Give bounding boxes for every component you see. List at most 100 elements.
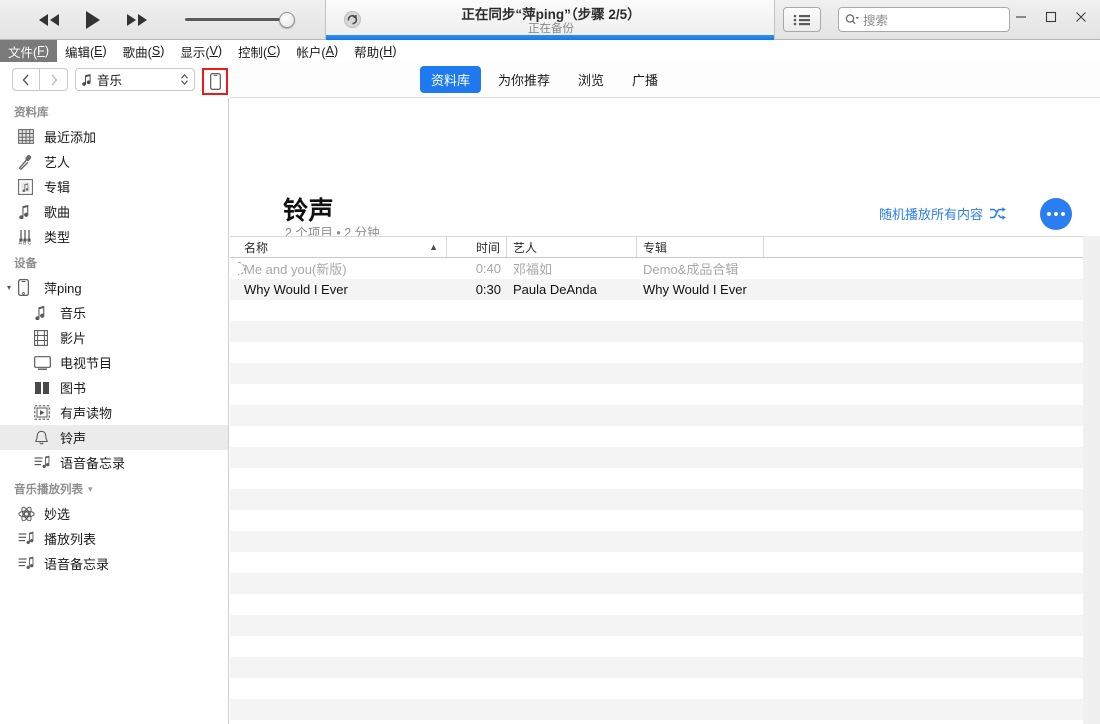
sidebar-section-header-2[interactable]: 音乐播放列表 ▾ bbox=[0, 475, 228, 501]
cell-text: Why Would I Ever bbox=[643, 282, 747, 297]
table-empty-row bbox=[230, 531, 1083, 552]
cell-album: Why Would I Ever bbox=[637, 282, 764, 297]
sidebar-item-0-2[interactable]: 专辑 bbox=[0, 174, 228, 199]
tab-2[interactable]: 浏览 bbox=[567, 66, 615, 93]
sidebar-item-1-5[interactable]: 有声读物 bbox=[0, 400, 228, 425]
search-input[interactable]: 搜索 bbox=[838, 7, 1010, 32]
tab-3[interactable]: 广播 bbox=[621, 66, 669, 93]
sidebar-item-label: 专辑 bbox=[44, 180, 71, 195]
search-icon bbox=[845, 14, 859, 25]
chevron-updown-icon bbox=[181, 73, 188, 86]
cell-text: 0:40 bbox=[475, 261, 501, 276]
more-options-button[interactable] bbox=[1040, 198, 1072, 230]
sidebar-item-label: 语音备忘录 bbox=[44, 557, 110, 572]
column-header-label: 时间 bbox=[475, 240, 500, 255]
sidebar: 资料库 最近添加 艺人 专辑 歌曲 A B C 类型 设备 ▾ 萍ping 音乐 影片 电视节目 图书 有声读物… bbox=[0, 98, 229, 724]
volume-slider[interactable] bbox=[185, 12, 300, 28]
sidebar-item-label: 影片 bbox=[60, 331, 87, 346]
sidebar-item-1-3[interactable]: 电视节目 bbox=[0, 350, 228, 375]
sidebar-item-label: 歌曲 bbox=[44, 205, 71, 220]
play-button[interactable] bbox=[80, 7, 106, 33]
sidebar-item-1-1[interactable]: 音乐 bbox=[0, 300, 228, 325]
audiobook-icon bbox=[34, 405, 56, 420]
sidebar-item-1-2[interactable]: 影片 bbox=[0, 325, 228, 350]
volume-knob[interactable] bbox=[279, 12, 295, 28]
sync-subtitle: 正在备份 bbox=[528, 23, 574, 35]
sidebar-section-title: 资料库 bbox=[14, 107, 49, 119]
cell-text: Paula DeAnda bbox=[513, 282, 597, 297]
sidebar-item-2-2[interactable]: 语音备忘录 bbox=[0, 551, 228, 576]
chevron-down-icon[interactable]: ▾ bbox=[88, 484, 93, 495]
table-empty-row bbox=[230, 363, 1083, 384]
list-view-button[interactable] bbox=[783, 7, 821, 32]
sidebar-item-1-6[interactable]: 铃声 bbox=[0, 425, 228, 450]
sidebar-item-label: 最近添加 bbox=[44, 130, 97, 145]
music-note-icon bbox=[18, 204, 40, 219]
sidebar-item-label: 铃声 bbox=[60, 431, 87, 446]
media-kind-select[interactable]: 音乐 bbox=[75, 68, 195, 91]
sidebar-item-0-4[interactable]: A B C 类型 bbox=[0, 224, 228, 249]
menu-item-6[interactable]: 帮助(H) bbox=[346, 40, 404, 62]
sidebar-item-2-0[interactable]: 妙选 bbox=[0, 501, 228, 526]
shuffle-all-button[interactable]: 随机播放所有内容 bbox=[879, 204, 1006, 223]
table-scrollbar[interactable] bbox=[1083, 236, 1100, 724]
column-header-artist[interactable]: 艺人 bbox=[507, 237, 637, 257]
device-button[interactable] bbox=[202, 68, 228, 95]
dot-2 bbox=[1054, 212, 1058, 216]
table-row[interactable]: Me and you(新版) 0:40 邓福如 Demo&成品合辑 bbox=[230, 258, 1083, 279]
main-content: 资料库为你推荐浏览广播 铃声 2 个项目 • 2 分钟 随机播放所有内容 bbox=[230, 62, 1100, 724]
sidebar-item-1-7[interactable]: 语音备忘录 bbox=[0, 450, 228, 475]
sidebar-item-label: 类型 bbox=[44, 230, 71, 245]
maximize-button[interactable] bbox=[1036, 2, 1066, 32]
menu-item-4[interactable]: 控制(C) bbox=[230, 40, 288, 62]
minimize-button[interactable] bbox=[1006, 2, 1036, 32]
genres-icon: ABC bbox=[18, 229, 40, 245]
column-header-name[interactable]: 名称 ▲ bbox=[238, 237, 447, 257]
tab-1[interactable]: 为你推荐 bbox=[487, 66, 561, 93]
forward-button[interactable] bbox=[40, 68, 68, 91]
sidebar-section-header-0: 资料库 bbox=[0, 98, 228, 124]
tab-0[interactable]: 资料库 bbox=[420, 66, 482, 93]
book-icon bbox=[34, 381, 56, 395]
sidebar-item-0-0[interactable]: 最近添加 bbox=[0, 124, 228, 149]
menu-item-0[interactable]: 文件(F) bbox=[0, 40, 57, 62]
tv-icon bbox=[34, 355, 56, 370]
menu-item-2[interactable]: 歌曲(S) bbox=[115, 40, 173, 62]
close-button[interactable] bbox=[1066, 2, 1096, 32]
column-header-time[interactable]: 时间 bbox=[447, 237, 507, 257]
back-button[interactable] bbox=[12, 68, 40, 91]
sidebar-item-1-4[interactable]: 图书 bbox=[0, 375, 228, 400]
sidebar-item-0-1[interactable]: 艺人 bbox=[0, 149, 228, 174]
dot-1 bbox=[1047, 212, 1051, 216]
rewind-button[interactable] bbox=[36, 7, 62, 33]
table-empty-row bbox=[230, 657, 1083, 678]
svg-text:C: C bbox=[28, 240, 32, 244]
sidebar-item-2-1[interactable]: 播放列表 bbox=[0, 526, 228, 551]
volume-track bbox=[185, 18, 292, 21]
table-empty-row bbox=[230, 699, 1083, 720]
cell-text: 0:30 bbox=[475, 282, 501, 297]
sidebar-item-1-0[interactable]: ▾ 萍ping bbox=[0, 275, 228, 300]
sidebar-item-0-3[interactable]: 歌曲 bbox=[0, 199, 228, 224]
cell-text: Demo&成品合辑 bbox=[643, 262, 739, 277]
sidebar-item-label: 语音备忘录 bbox=[60, 456, 126, 471]
content-header: 铃声 2 个项目 • 2 分钟 随机播放所有内容 bbox=[230, 98, 1100, 240]
dot-3 bbox=[1061, 212, 1065, 216]
cell-text: Me and you(新版) bbox=[244, 262, 347, 277]
sidebar-item-label: 电视节目 bbox=[60, 356, 113, 371]
table-empty-row bbox=[230, 384, 1083, 405]
menu-item-1[interactable]: 编辑(E) bbox=[57, 40, 115, 62]
sidebar-item-label: 艺人 bbox=[44, 155, 71, 170]
title-bar: 正在同步“萍ping”（步骤 2/5） 正在备份 搜索 bbox=[0, 0, 1100, 40]
column-header-album[interactable]: 专辑 bbox=[637, 237, 764, 257]
table-empty-row bbox=[230, 552, 1083, 573]
fast-forward-button[interactable] bbox=[124, 7, 150, 33]
disclosure-triangle-icon[interactable]: ▾ bbox=[7, 283, 11, 292]
microphone-icon bbox=[18, 154, 40, 170]
menu-item-5[interactable]: 帐户(A) bbox=[288, 40, 346, 62]
table-empty-row bbox=[230, 447, 1083, 468]
menu-item-3[interactable]: 显示(V) bbox=[172, 40, 230, 62]
voice-memo-icon bbox=[18, 556, 40, 571]
sidebar-item-label: 播放列表 bbox=[44, 532, 97, 547]
table-row[interactable]: Why Would I Ever 0:30 Paula DeAnda Why Woul… bbox=[230, 279, 1083, 300]
